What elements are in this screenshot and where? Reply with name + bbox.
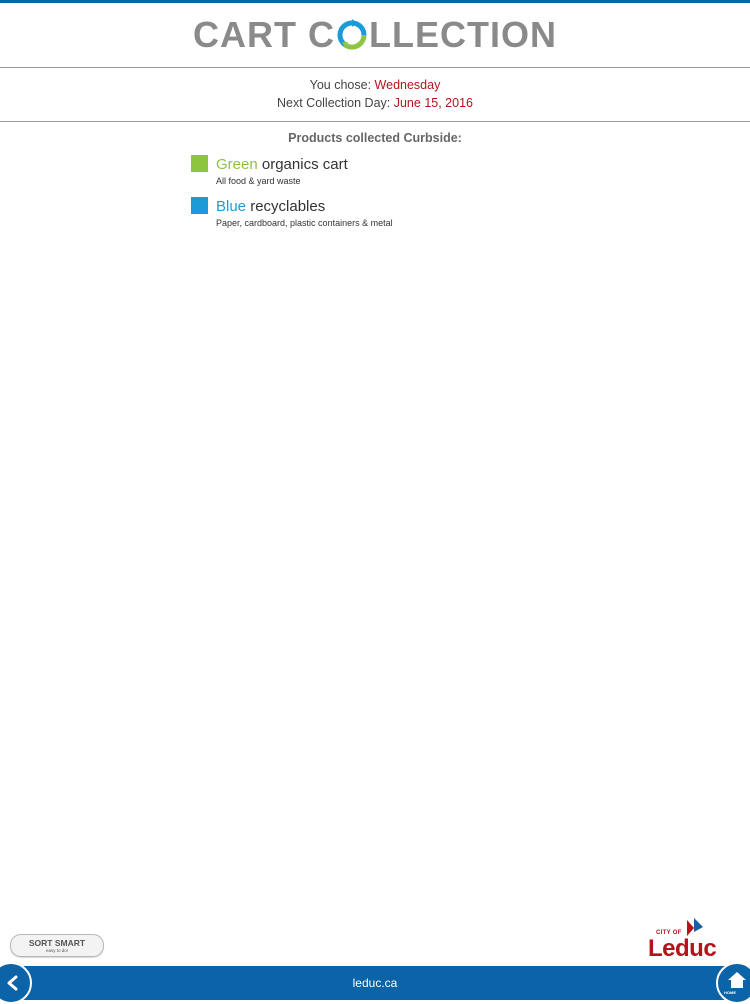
- chosen-day-value: Wednesday: [374, 78, 441, 92]
- title-part-2: LLECTION: [369, 14, 557, 55]
- sort-smart-button[interactable]: SORT SMART easy to do!: [10, 934, 104, 957]
- chosen-day-line: You chose: Wednesday: [0, 78, 750, 92]
- green-swatch: [191, 155, 208, 172]
- home-label: HOME: [724, 990, 736, 995]
- chosen-day-label: You chose:: [309, 78, 372, 92]
- next-collection-line: Next Collection Day: June 15, 2016: [0, 96, 750, 110]
- next-collection-label: Next Collection Day:: [277, 96, 391, 110]
- product-description: Paper, cardboard, plastic containers & m…: [216, 218, 393, 228]
- sort-smart-label: SORT SMART: [28, 938, 86, 948]
- product-description: All food & yard waste: [216, 176, 301, 186]
- home-icon: [728, 972, 746, 988]
- blue-swatch: [191, 197, 208, 214]
- product-color-word: Blue: [216, 198, 247, 215]
- product-title: Blue recyclables: [216, 198, 325, 215]
- title-part-1: CART C: [193, 14, 335, 55]
- next-collection-value: June 15, 2016: [393, 96, 473, 110]
- home-button[interactable]: HOME: [716, 962, 750, 1004]
- sort-smart-tagline: easy to do!: [45, 948, 68, 953]
- product-name: organics cart: [261, 156, 348, 173]
- product-title: Green organics cart: [216, 156, 348, 173]
- products-heading: Products collected Curbside:: [288, 131, 462, 145]
- city-of-leduc-logo[interactable]: CITY OF Leduc: [646, 918, 722, 962]
- chevron-left-icon: [7, 975, 18, 991]
- product-name: recyclables: [250, 198, 326, 215]
- logo-name: Leduc: [648, 935, 717, 962]
- divider: [0, 67, 750, 68]
- product-color-word: Green: [216, 156, 258, 173]
- page-title: CART C LLECTION: [0, 14, 750, 56]
- divider: [0, 121, 750, 122]
- top-strip: [0, 0, 750, 3]
- recycle-arrows-icon: [337, 19, 367, 50]
- footer-site-link[interactable]: leduc.ca: [0, 976, 750, 990]
- footer-bar: leduc.ca: [0, 966, 750, 1000]
